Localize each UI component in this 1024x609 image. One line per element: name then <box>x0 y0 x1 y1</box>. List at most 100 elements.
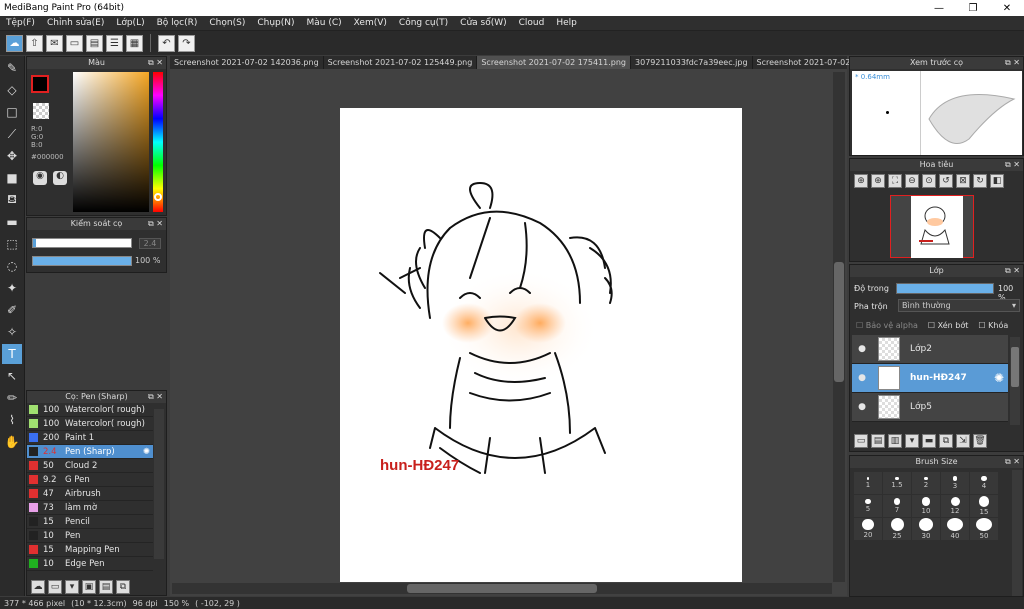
divide-tool-icon[interactable]: ✏ <box>2 388 22 408</box>
layer-visibility-icon[interactable]: ● <box>852 402 872 412</box>
layer-row[interactable]: ● Lớp2 <box>852 335 1008 364</box>
brush-size-option[interactable]: 1 <box>854 472 882 494</box>
brush-size-option[interactable]: 10 <box>912 495 940 517</box>
new-layer-icon[interactable]: ▭ <box>854 434 868 448</box>
add-layer-menu-icon[interactable]: ▾ <box>905 434 919 448</box>
canvas-vertical-scrollbar[interactable] <box>833 72 845 582</box>
brush-size-option[interactable]: 15 <box>970 495 998 517</box>
brush-list-item[interactable]: 10 Edge Pen <box>27 557 153 571</box>
brush-size-scrollbar[interactable] <box>1012 470 1022 596</box>
zoom-in-2-icon[interactable]: ⊕ <box>871 174 885 188</box>
layer-visibility-icon[interactable]: ● <box>852 373 872 383</box>
gear-icon[interactable]: ✺ <box>994 371 1004 385</box>
flip-icon[interactable]: ◧ <box>990 174 1004 188</box>
menu-window[interactable]: Cửa sổ(W) <box>454 18 512 28</box>
color-mode-icon[interactable]: ◐ <box>53 171 67 185</box>
brush-menu-icon[interactable]: ▾ <box>65 580 79 594</box>
brush-list-item[interactable]: 73 làm mờ <box>27 501 153 515</box>
layer-scrollbar[interactable] <box>1010 337 1020 425</box>
transparent-color-swatch[interactable] <box>33 103 49 119</box>
brush-size-option[interactable]: 12 <box>941 495 969 517</box>
tab-document-3[interactable]: Screenshot 2021-07-02 175411.png <box>477 56 632 69</box>
tab-document-2[interactable]: Screenshot 2021-07-02 125449.png <box>324 56 478 69</box>
saturation-value-picker[interactable] <box>73 72 149 212</box>
add-brush-icon[interactable]: ▭ <box>48 580 62 594</box>
brush-list-item[interactable]: 15 Mapping Pen <box>27 543 153 557</box>
brush-size-option[interactable]: 30 <box>912 518 940 540</box>
menu-layer[interactable]: Lớp(L) <box>110 18 150 28</box>
lock-checkbox[interactable]: ☐ Khóa <box>978 321 1008 330</box>
brush-size-option[interactable]: 50 <box>970 518 998 540</box>
tab-document-4[interactable]: 3079211033fdc7a39eec.jpg <box>631 56 753 69</box>
brush-delete-icon[interactable]: ▣ <box>82 580 96 594</box>
brush-list-item[interactable]: 9.2 G Pen <box>27 473 153 487</box>
menu-view[interactable]: Xem(V) <box>348 18 393 28</box>
brush-list-item[interactable]: 200 Paint 1 <box>27 431 153 445</box>
bucket-tool-icon[interactable]: ⛾ <box>2 190 22 210</box>
layer-folder-icon[interactable]: ▬ <box>922 434 936 448</box>
undo-icon[interactable]: ↶ <box>158 34 175 52</box>
fill-rect-tool-icon[interactable]: ■ <box>2 168 22 188</box>
brush-size-option[interactable]: 1.5 <box>883 472 911 494</box>
brush-copy-icon[interactable]: ⧉ <box>116 580 130 594</box>
brush-list-item[interactable]: 10 Pen <box>27 529 153 543</box>
magic-wand-tool-icon[interactable]: ✦ <box>2 278 22 298</box>
menu-select[interactable]: Chọn(S) <box>203 18 251 28</box>
operation-tool-icon[interactable]: ↖ <box>2 366 22 386</box>
blend-mode-select[interactable]: Bình thường ▾ <box>898 299 1020 312</box>
brush-list-item[interactable]: 47 Airbrush <box>27 487 153 501</box>
brush-list-item[interactable]: 2.4 Pen (Sharp) ✺ <box>27 445 153 459</box>
minimize-button[interactable]: — <box>922 3 956 14</box>
hue-handle[interactable] <box>154 193 162 201</box>
dot-tool-icon[interactable]: ⟋ <box>2 124 22 144</box>
rotate-right-icon[interactable]: ↻ <box>973 174 987 188</box>
share-icon[interactable]: ⇧ <box>26 34 43 52</box>
list-icon[interactable]: ☰ <box>106 34 123 52</box>
brush-tool-icon[interactable]: ✎ <box>2 58 22 78</box>
brush-size-slider[interactable] <box>32 238 132 248</box>
cloud-icon[interactable]: ☁ <box>6 34 23 52</box>
grid-icon[interactable]: ▦ <box>126 34 143 52</box>
layer-row[interactable]: ● Lớp5 <box>852 393 1008 422</box>
new-8bit-layer-icon[interactable]: ▥ <box>888 434 902 448</box>
comment-icon[interactable]: ✉ <box>46 34 63 52</box>
layer-visibility-icon[interactable]: ● <box>852 344 872 354</box>
brush-list-scrollbar[interactable] <box>154 409 164 559</box>
merge-layer-icon[interactable]: ⇲ <box>956 434 970 448</box>
select-rect-tool-icon[interactable]: ⬚ <box>2 234 22 254</box>
menu-tools[interactable]: Công cụ(T) <box>393 18 454 28</box>
brush-size-option[interactable]: 7 <box>883 495 911 517</box>
clipping-checkbox[interactable]: ☐ Xén bớt <box>928 321 968 330</box>
navigator-viewport[interactable] <box>890 195 974 258</box>
fit-icon[interactable]: ⛶ <box>888 174 902 188</box>
text-tool-icon[interactable]: T <box>2 344 22 364</box>
page-icon[interactable]: ▤ <box>86 34 103 52</box>
brush-list-item[interactable]: 50 Cloud 2 <box>27 459 153 473</box>
reset-view-icon[interactable]: ⊠ <box>956 174 970 188</box>
brush-list-item[interactable]: 100 Watercolor( rough) <box>27 403 153 417</box>
brush-size-value[interactable]: 2.4 <box>139 238 161 249</box>
duplicate-layer-icon[interactable]: ⧉ <box>939 434 953 448</box>
delete-layer-icon[interactable]: 🗑 <box>973 434 987 448</box>
brush-size-option[interactable]: 2 <box>912 472 940 494</box>
palette-icon[interactable]: ◉ <box>33 171 47 185</box>
menu-snap[interactable]: Chụp(N) <box>251 18 300 28</box>
new-halftone-layer-icon[interactable]: ▤ <box>871 434 885 448</box>
brush-size-option[interactable]: 3 <box>941 472 969 494</box>
actual-size-icon[interactable]: ⊙ <box>922 174 936 188</box>
menu-cloud[interactable]: Cloud <box>513 18 551 28</box>
select-eraser-tool-icon[interactable]: ✧ <box>2 322 22 342</box>
gear-icon[interactable]: ✺ <box>143 447 150 457</box>
brush-cloud-icon[interactable]: ☁ <box>31 580 45 594</box>
brush-size-option[interactable]: 25 <box>883 518 911 540</box>
menu-edit[interactable]: Chỉnh sửa(E) <box>41 18 110 28</box>
brush-size-option[interactable]: 5 <box>854 495 882 517</box>
brush-size-option[interactable]: 4 <box>970 472 998 494</box>
layer-row-selected[interactable]: ● hun-HĐ247 ✺ <box>852 364 1008 393</box>
menu-file[interactable]: Tệp(F) <box>0 18 41 28</box>
brush-size-option[interactable]: 40 <box>941 518 969 540</box>
zoom-out-icon[interactable]: ⊖ <box>905 174 919 188</box>
brush-list-item[interactable]: 100 Watercolor( rough) <box>27 417 153 431</box>
brush-opacity-slider[interactable] <box>32 256 132 266</box>
menu-color[interactable]: Màu (C) <box>301 18 348 28</box>
